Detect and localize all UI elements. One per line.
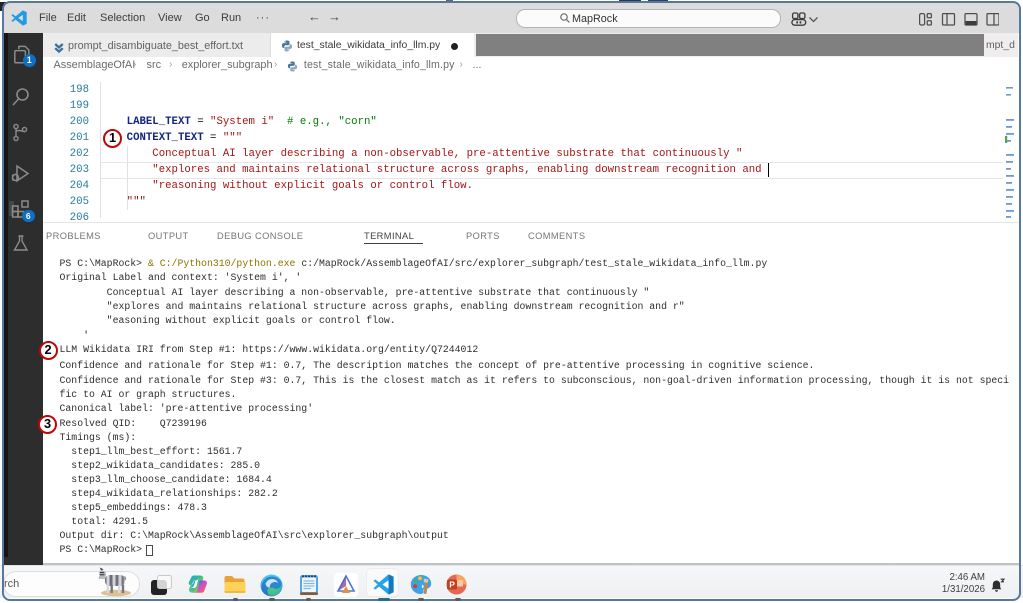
svg-text:P: P bbox=[449, 580, 455, 590]
